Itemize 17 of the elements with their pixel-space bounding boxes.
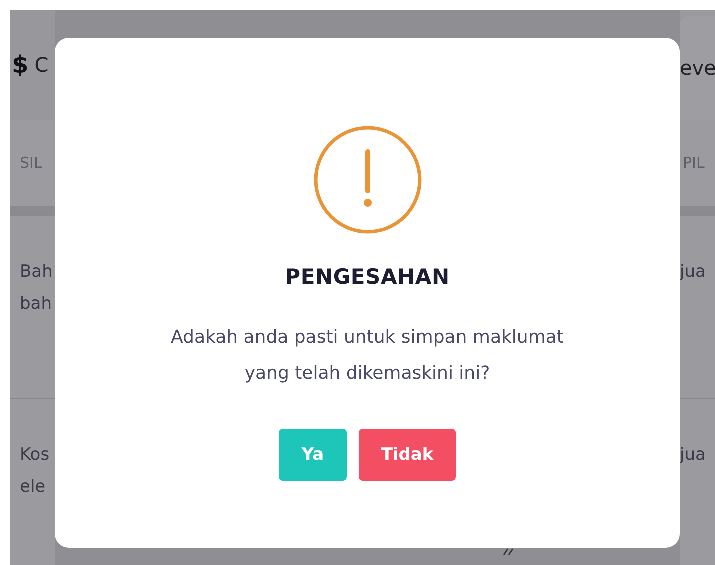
cancel-button[interactable]: Tidak <box>359 429 456 481</box>
dollar-icon: $ <box>12 51 29 79</box>
dialog-title: PENGESAHAN <box>285 265 450 289</box>
dialog-message: Adakah anda pasti untuk simpan maklumat yang telah dikemaskini ini? <box>171 326 564 386</box>
header-text: eve <box>680 56 715 80</box>
table-cell-text: jua <box>680 261 706 284</box>
table-cell-text: jua <box>680 444 706 467</box>
table-cell-text: Kos <box>20 444 50 467</box>
resize-handle-icon <box>503 548 515 556</box>
column-header: PIL <box>683 154 705 172</box>
warning-icon <box>312 125 422 235</box>
table-cell-text: ele <box>20 476 46 499</box>
header-text: C <box>34 53 49 77</box>
confirm-button[interactable]: Ya <box>279 429 347 481</box>
table-cell-text: bah <box>20 293 52 316</box>
column-header: SIL <box>20 154 42 172</box>
table-cell-text: Bah <box>20 261 53 284</box>
